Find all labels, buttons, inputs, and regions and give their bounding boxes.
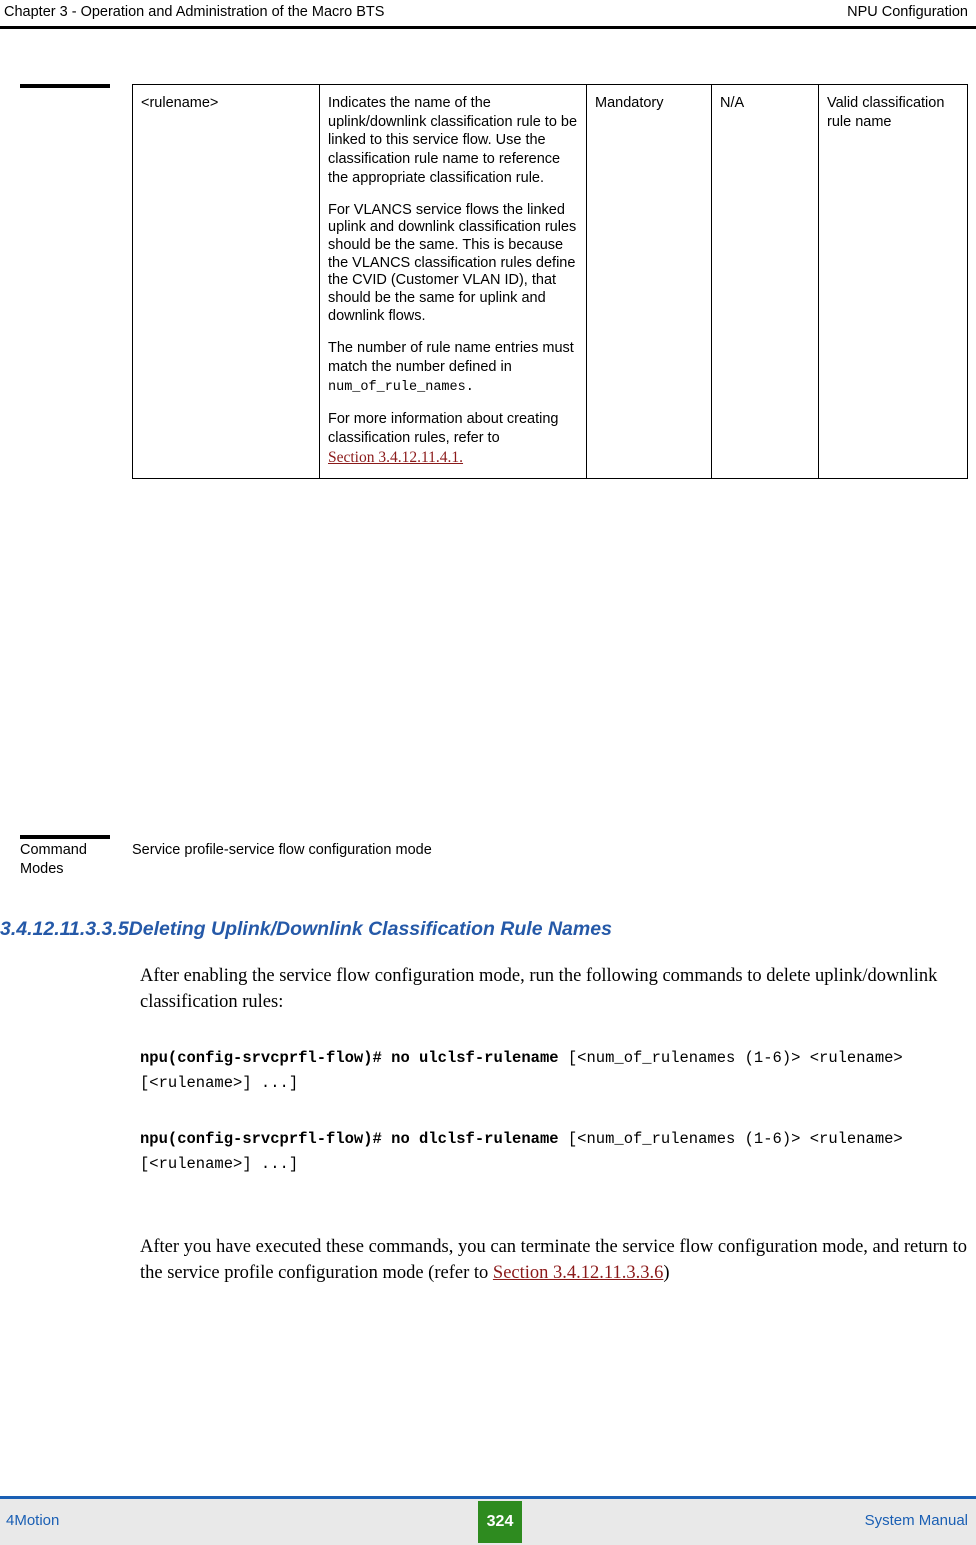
header-section-title: NPU Configuration (847, 4, 968, 20)
cell-description: Indicates the name of the uplink/downlin… (319, 84, 587, 479)
command-block-2: npu(config-srvcprfl-flow)# no dlclsf-rul… (140, 1127, 970, 1177)
cell-default: N/A (711, 84, 819, 479)
command-modes-marker-bar (20, 835, 110, 839)
footer-page-number: 324 (478, 1501, 522, 1543)
header-chapter-title: Chapter 3 - Operation and Administration… (4, 4, 385, 20)
cell-mandatory: Mandatory (586, 84, 712, 479)
section-title: Deleting Uplink/Downlink Classification … (128, 918, 612, 940)
command-2-prompt: npu(config-srvcprfl-flow)# no dlclsf-rul… (140, 1130, 559, 1148)
command-modes-label: Command Modes (20, 842, 87, 877)
description-paragraph-3-code: num_of_rule_names. (328, 379, 474, 395)
table-marker-bar (20, 84, 110, 88)
parameter-table: <rulename> Indicates the name of the upl… (132, 84, 968, 479)
command-1-prompt: npu(config-srvcprfl-flow)# no ulclsf-rul… (140, 1049, 559, 1067)
cell-valid-range: Valid classification rule name (818, 84, 968, 479)
description-paragraph-4-text: For more information about creating clas… (328, 411, 559, 446)
description-paragraph-2: For VLANCS service flows the linked upli… (328, 201, 577, 324)
section-heading: 3.4.12.11.3.3.5Deleting Uplink/Downlink … (0, 918, 960, 941)
description-paragraph-3-text: The number of rule name entries must mat… (328, 340, 574, 376)
cell-parameter-name: <rulename> (132, 84, 320, 479)
table-row: <rulename> Indicates the name of the upl… (132, 84, 968, 479)
command-modes-value: Service profile-service flow configurati… (132, 842, 432, 858)
cross-reference-link[interactable]: Section 3.4.12.11.4.1. (328, 449, 463, 466)
description-paragraph-4: For more information about creating clas… (328, 410, 578, 467)
header-divider (0, 26, 976, 29)
body-paragraph-2-tail: ) (663, 1263, 670, 1284)
section-number: 3.4.12.11.3.3.5 (0, 918, 129, 940)
page-footer: 4Motion 324 System Manual (0, 1499, 976, 1545)
footer-document-title: System Manual (864, 1512, 968, 1529)
body-paragraph-2: After you have executed these commands, … (140, 1234, 970, 1287)
cross-reference-link-2[interactable]: Section 3.4.12.11.3.3.6 (493, 1263, 663, 1283)
running-header: Chapter 3 - Operation and Administration… (0, 0, 976, 28)
footer-product-name: 4Motion (6, 1512, 60, 1529)
description-paragraph-1: Indicates the name of the uplink/downlin… (328, 95, 578, 186)
command-block-1: npu(config-srvcprfl-flow)# no ulclsf-rul… (140, 1046, 970, 1096)
body-paragraph-1: After enabling the service flow configur… (140, 966, 938, 1013)
description-paragraph-3: The number of rule name entries must mat… (328, 339, 578, 396)
